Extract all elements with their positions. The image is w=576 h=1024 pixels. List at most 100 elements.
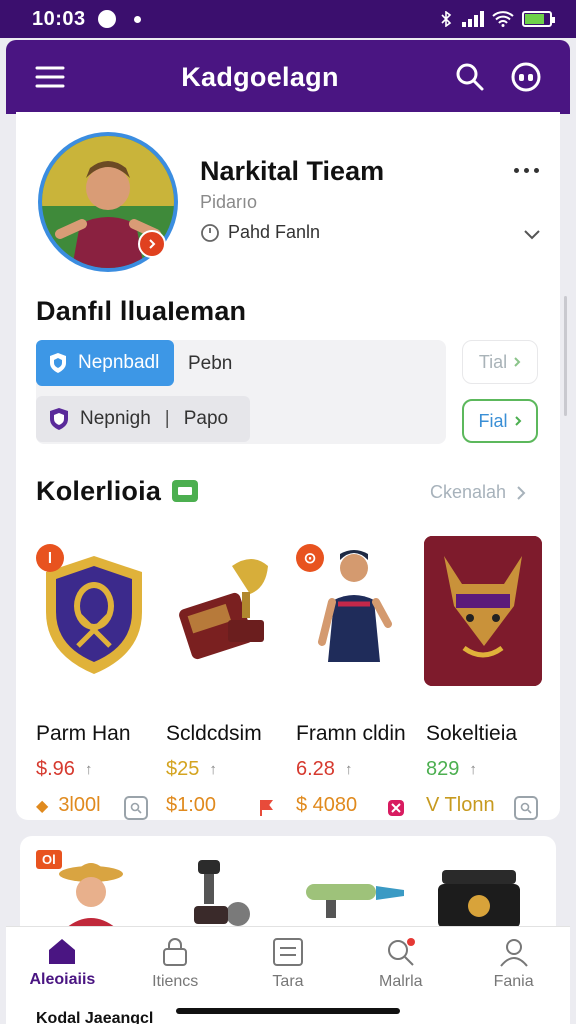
blaster-icon (306, 884, 404, 918)
item-action-button[interactable] (514, 796, 538, 820)
item-action-button[interactable] (124, 796, 148, 820)
item-value-label: V Tlonn (426, 794, 495, 816)
menu-button[interactable] (28, 55, 72, 99)
status-time: 10:03 (32, 7, 86, 30)
search-button[interactable] (448, 55, 492, 99)
machine-icon (194, 860, 250, 926)
chevron-right-icon (149, 239, 156, 249)
item-value: $1:00 (166, 794, 216, 817)
tab-profile-label: Fania (493, 973, 534, 990)
search-icon (456, 63, 484, 91)
item-name: Framn cldin (296, 722, 406, 745)
lock-icon (163, 938, 188, 966)
tab-list-label: Tara (272, 973, 304, 990)
clock-icon (201, 223, 219, 242)
tag-primary-value: Pebn (188, 353, 233, 374)
item-value: V Tlonn (426, 794, 495, 817)
see-all-link[interactable]: Ckenalah (430, 482, 526, 503)
item-name: Sokeltieia (426, 722, 518, 745)
item-action-button[interactable] (254, 796, 278, 820)
trend-up-icon: ↑ (209, 761, 217, 778)
bottom-peek-text: Kodal Jaeangcl (36, 1010, 154, 1024)
trend-up-icon: ↑ (84, 761, 93, 778)
bluetooth-icon (441, 11, 452, 27)
farmer-figure-icon (59, 863, 123, 928)
item-price-value: $.96 (36, 758, 75, 780)
item-value-label: $ 4080 (296, 794, 358, 816)
collection-badge-icon (172, 480, 198, 502)
wifi-icon (492, 11, 514, 27)
item-name: Scldcdsim (166, 722, 262, 745)
tag-secondary-value: Papo (183, 408, 229, 429)
trend-up-icon: ↑ (469, 761, 477, 778)
headset-icon (511, 62, 541, 92)
status-bar: 10:03 (0, 0, 576, 38)
item-badge: ⊙ (296, 544, 324, 572)
tag-secondary-label: Nepnigh (80, 408, 151, 429)
item-price-value: $25 (166, 758, 200, 780)
user-icon (499, 939, 528, 967)
tags-section-title: Danfıl lluaIeman (36, 296, 247, 326)
home-icon (49, 939, 76, 964)
signal-icon (462, 11, 484, 27)
jar-icon (438, 870, 520, 928)
item-price: 829 ↑ (426, 758, 477, 781)
search-icon (520, 802, 532, 814)
item-badge: l (36, 544, 64, 572)
item-price-value: 6.28 (296, 758, 335, 780)
chevron-right-icon (517, 485, 526, 500)
trophy-icon (179, 559, 268, 660)
item-name: Parm Han (36, 722, 131, 745)
flag-icon (260, 800, 273, 816)
chevron-right-icon (514, 416, 521, 426)
fire-icon: ◆ (36, 797, 49, 815)
profile-subtitle: Pidarıo (200, 192, 258, 212)
filter-pill-faded-label: Tial (478, 351, 508, 372)
expand-profile-button[interactable] (518, 222, 546, 248)
item-value: ◆ 3l00l (36, 794, 101, 817)
crest-icon (50, 408, 68, 430)
item-price: $25 ↑ (166, 758, 217, 781)
tag-primary-label: Nepnbadl (78, 352, 160, 373)
wolf-emblem-icon (424, 536, 542, 686)
list-icon (272, 938, 303, 966)
chevron-down-icon (524, 230, 540, 240)
profile-location: Pahd Fanln (200, 222, 320, 243)
tag-secondary[interactable]: Nepnigh | Papo (36, 396, 250, 442)
notification-icon (97, 10, 116, 28)
tab-profile[interactable]: Fania (457, 927, 570, 1024)
filter-pill-faded[interactable]: Tial (462, 340, 538, 384)
close-icon (388, 800, 404, 816)
status-dot-icon (133, 15, 141, 23)
item-action-button[interactable] (384, 796, 408, 820)
hamburger-icon (35, 66, 65, 88)
item-value: $ 4080 (296, 794, 357, 817)
search-icon (130, 802, 142, 814)
profile-name: Narkital Tieam (200, 156, 385, 186)
search-icon (387, 938, 415, 966)
see-all-label: Ckenalah (430, 482, 507, 502)
item-price: 6.28 ↑ (296, 758, 352, 781)
tag-divider: | (164, 408, 170, 429)
home-indicator[interactable] (176, 1008, 400, 1014)
app-title: Kadgoelagn (181, 61, 339, 92)
scrollbar[interactable] (564, 296, 567, 416)
tab-search-label: Malrla (379, 973, 423, 990)
tag-primary[interactable]: Nepnbadl (36, 340, 174, 386)
item-value-label: 3l00l (58, 794, 101, 816)
battery-icon (522, 11, 555, 27)
tab-home-label: Aleoiaiis (29, 971, 96, 988)
more-options-button[interactable] (508, 160, 544, 180)
chevron-right-icon (514, 357, 521, 367)
support-button[interactable] (504, 55, 548, 99)
filter-pill-active[interactable]: Fial (462, 399, 538, 443)
item-value-label: $1:00 (166, 794, 217, 816)
shield-icon (50, 353, 66, 373)
edit-avatar-button[interactable] (138, 230, 166, 258)
tab-items-label: Itiencs (152, 973, 199, 990)
trend-up-icon: ↑ (344, 761, 353, 778)
item-price: $.96 ↑ (36, 758, 92, 781)
collection-title: Kolerlioia (36, 476, 162, 506)
filter-pill-active-label: Fial (478, 410, 508, 431)
main-card: Narkital Tieam Pidarıo Pahd Fanln Danfıl… (16, 112, 560, 820)
